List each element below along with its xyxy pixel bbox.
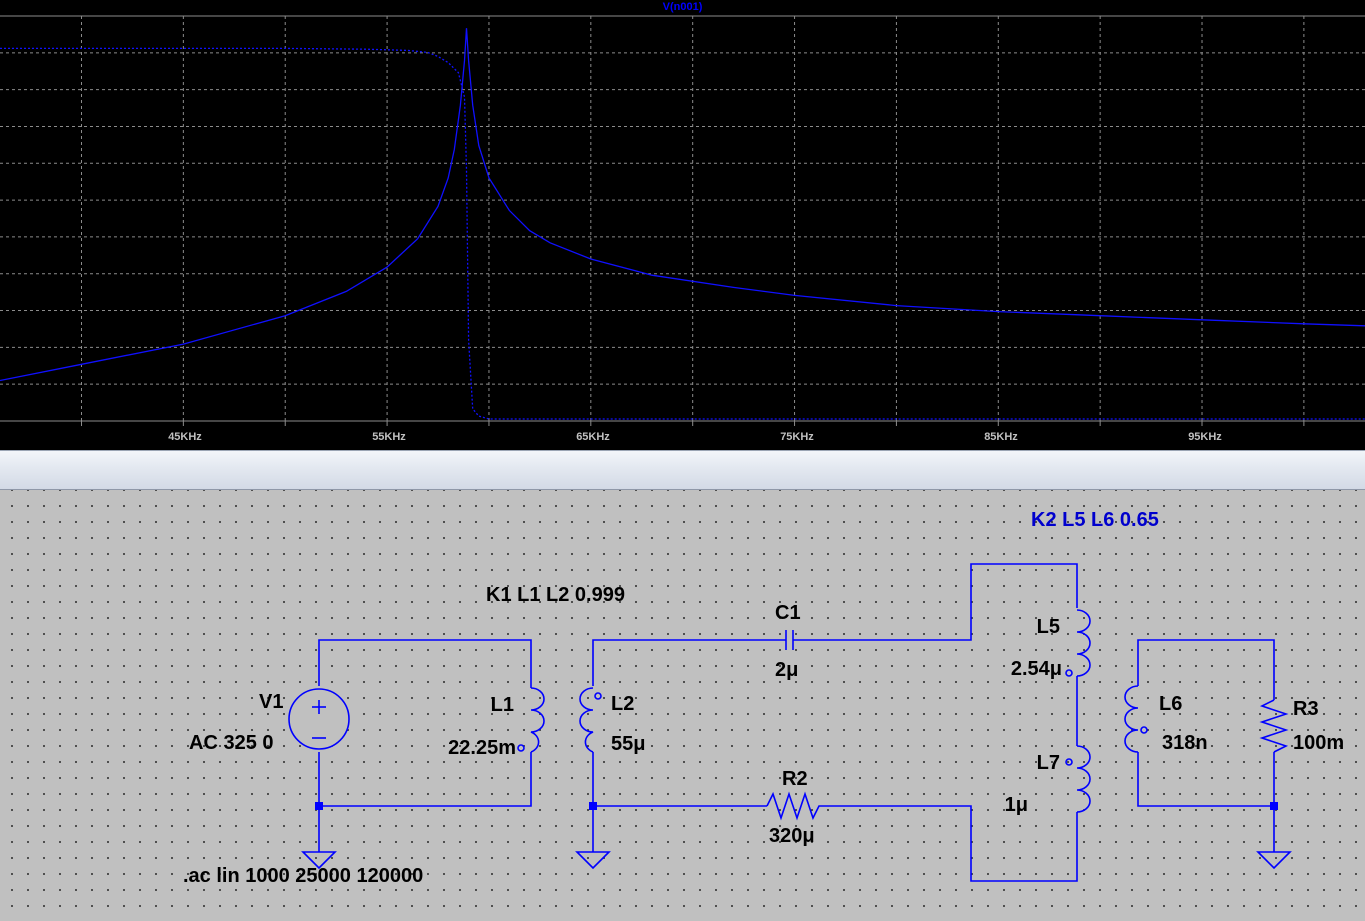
- c1-value-label[interactable]: 2μ: [775, 659, 798, 681]
- l1-name-label[interactable]: L1: [470, 694, 514, 716]
- c1-name-label[interactable]: C1: [775, 602, 801, 624]
- junction-dot: [315, 802, 323, 810]
- junction-dot: [1270, 802, 1278, 810]
- l7-name-label[interactable]: L7: [1010, 752, 1060, 774]
- r3-value-label[interactable]: 100m: [1293, 732, 1344, 754]
- inductor-l1[interactable]: [517, 686, 545, 753]
- wire[interactable]: [1137, 752, 1275, 807]
- x-tick-label: 45KHz: [168, 431, 202, 443]
- junction-dot: [589, 802, 597, 810]
- wire[interactable]: [592, 639, 786, 686]
- l5-value-label[interactable]: 2.54μ: [980, 658, 1062, 680]
- wire[interactable]: [318, 752, 532, 807]
- v1-name-label[interactable]: V1: [259, 691, 283, 713]
- trace-label[interactable]: V(n001): [0, 0, 1365, 14]
- schematic-editor[interactable]: K2 L5 L6 0.65 K1 L1 L2 0.999 .ac lin 100…: [0, 490, 1365, 921]
- x-tick-label: 85KHz: [984, 431, 1018, 443]
- ground-symbol[interactable]: [1256, 851, 1292, 870]
- ac-analysis-directive[interactable]: .ac lin 1000 25000 120000: [183, 865, 423, 887]
- x-tick-label: 65KHz: [576, 431, 610, 443]
- l6-value-label[interactable]: 318n: [1162, 732, 1208, 754]
- k1-coupling-directive[interactable]: K1 L1 L2 0.999: [486, 584, 625, 606]
- wire[interactable]: [318, 639, 532, 686]
- l5-name-label[interactable]: L5: [1010, 616, 1060, 638]
- l1-value-label[interactable]: 22.25m: [420, 737, 516, 759]
- l6-name-label[interactable]: L6: [1159, 693, 1182, 715]
- k2-coupling-directive[interactable]: K2 L5 L6 0.65: [1031, 509, 1159, 531]
- wire[interactable]: [825, 805, 1078, 882]
- inductor-l5[interactable]: [1065, 609, 1091, 677]
- pane-splitter[interactable]: [0, 450, 1365, 490]
- r2-name-label[interactable]: R2: [782, 768, 808, 790]
- inductor-l7[interactable]: [1065, 745, 1091, 824]
- x-tick-label: 55KHz: [372, 431, 406, 443]
- inductor-l2[interactable]: [579, 687, 602, 753]
- r2-value-label[interactable]: 320μ: [769, 825, 815, 847]
- resistor-r2[interactable]: [766, 791, 825, 821]
- wire[interactable]: [592, 752, 767, 807]
- x-tick-label: 95KHz: [1188, 431, 1222, 443]
- l7-value-label[interactable]: 1μ: [980, 794, 1028, 816]
- resistor-r3[interactable]: [1259, 699, 1289, 753]
- trace-phase-line: [0, 47, 1365, 420]
- ground-symbol[interactable]: [575, 851, 611, 870]
- waveform-plot-pane[interactable]: V(n001) 45KHz 55KHz 65KHz 75KHz 85KHz 95…: [0, 0, 1365, 450]
- voltage-source-v1[interactable]: [288, 688, 350, 750]
- l2-name-label[interactable]: L2: [611, 693, 634, 715]
- wire[interactable]: [1137, 639, 1275, 700]
- r3-name-label[interactable]: R3: [1293, 698, 1319, 720]
- x-tick-label: 75KHz: [780, 431, 814, 443]
- waveform-plot[interactable]: [0, 0, 1365, 450]
- l2-value-label[interactable]: 55μ: [611, 733, 645, 755]
- capacitor-c1[interactable]: [785, 630, 794, 650]
- inductor-l6[interactable]: [1124, 685, 1148, 753]
- trace-magnitude-line: [0, 28, 1365, 382]
- v1-value-label[interactable]: AC 325 0: [189, 732, 274, 754]
